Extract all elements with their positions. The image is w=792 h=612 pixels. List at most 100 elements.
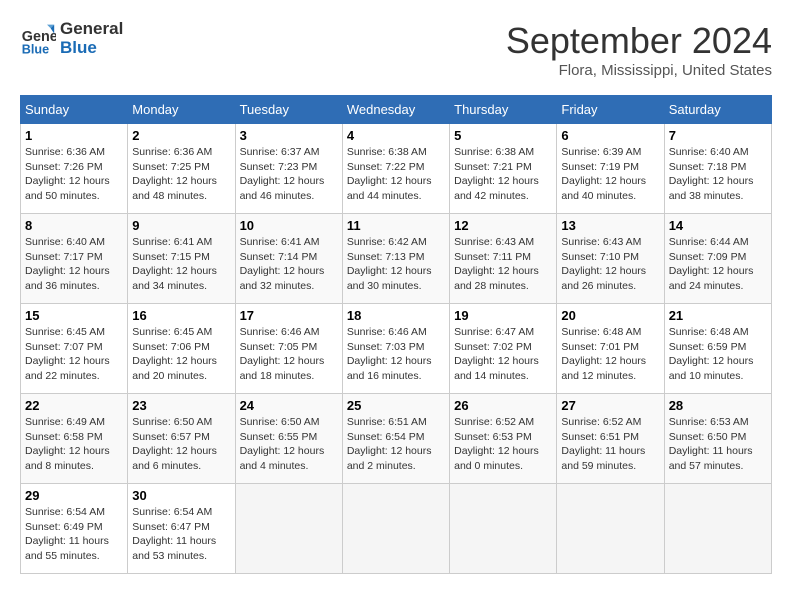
page-container: General Blue General Blue September 2024… (20, 20, 772, 574)
day-number: 21 (669, 308, 767, 323)
table-row: 18 Sunrise: 6:46 AM Sunset: 7:03 PM Dayli… (342, 304, 449, 394)
day-number: 25 (347, 398, 445, 413)
day-info: Sunrise: 6:44 AM Sunset: 7:09 PM Dayligh… (669, 235, 767, 294)
table-row: 9Sunrise: 6:41 AM Sunset: 7:15 PM Daylig… (128, 214, 235, 304)
table-row: 28Sunrise: 6:53 AM Sunset: 6:50 PM Dayli… (664, 394, 771, 484)
calendar-header-row: Sunday Monday Tuesday Wednesday Thursday… (21, 96, 772, 124)
day-number: 15 (25, 308, 123, 323)
calendar-table: Sunday Monday Tuesday Wednesday Thursday… (20, 95, 772, 574)
table-row (664, 484, 771, 574)
day-info: Sunrise: 6:54 AM Sunset: 6:49 PM Dayligh… (25, 505, 123, 564)
day-number: 8 (25, 218, 123, 233)
table-row: 25 Sunrise: 6:51 AM Sunset: 6:54 PM Dayli… (342, 394, 449, 484)
logo: General Blue General Blue (20, 20, 123, 57)
day-number: 24 (240, 398, 338, 413)
header-friday: Friday (557, 96, 664, 124)
day-info: Sunrise: 6:36 AM Sunset: 7:26 PM Dayligh… (25, 145, 123, 204)
table-row: 19 Sunrise: 6:47 AM Sunset: 7:02 PM Dayli… (450, 304, 557, 394)
calendar-week-row: 22Sunrise: 6:49 AM Sunset: 6:58 PM Dayli… (21, 394, 772, 484)
logo-line1: General (60, 20, 123, 39)
day-number: 16 (132, 308, 230, 323)
day-info: Sunrise: 6:41 AM Sunset: 7:15 PM Dayligh… (132, 235, 230, 294)
day-number: 19 (454, 308, 552, 323)
table-row (342, 484, 449, 574)
day-info: Sunrise: 6:38 AM Sunset: 7:22 PM Dayligh… (347, 145, 445, 204)
table-row (557, 484, 664, 574)
logo-line2: Blue (60, 39, 123, 58)
header: General Blue General Blue September 2024… (20, 20, 772, 79)
day-number: 13 (561, 218, 659, 233)
calendar-week-row: 1 Sunrise: 6:36 AM Sunset: 7:26 PM Daylig… (21, 124, 772, 214)
day-info: Sunrise: 6:45 AM Sunset: 7:07 PM Dayligh… (25, 325, 123, 384)
calendar-week-row: 29 Sunrise: 6:54 AM Sunset: 6:49 PM Dayli… (21, 484, 772, 574)
day-number: 29 (25, 488, 123, 503)
day-info: Sunrise: 6:50 AM Sunset: 6:57 PM Dayligh… (132, 415, 230, 474)
day-number: 10 (240, 218, 338, 233)
day-info: Sunrise: 6:41 AM Sunset: 7:14 PM Dayligh… (240, 235, 338, 294)
header-monday: Monday (128, 96, 235, 124)
table-row: 30Sunrise: 6:54 AM Sunset: 6:47 PM Dayli… (128, 484, 235, 574)
day-number: 12 (454, 218, 552, 233)
header-thursday: Thursday (450, 96, 557, 124)
day-info: Sunrise: 6:51 AM Sunset: 6:54 PM Dayligh… (347, 415, 445, 474)
table-row: 26Sunrise: 6:52 AM Sunset: 6:53 PM Dayli… (450, 394, 557, 484)
day-number: 4 (347, 128, 445, 143)
day-number: 1 (25, 128, 123, 143)
day-number: 5 (454, 128, 552, 143)
day-info: Sunrise: 6:45 AM Sunset: 7:06 PM Dayligh… (132, 325, 230, 384)
day-info: Sunrise: 6:37 AM Sunset: 7:23 PM Dayligh… (240, 145, 338, 204)
day-info: Sunrise: 6:36 AM Sunset: 7:25 PM Dayligh… (132, 145, 230, 204)
day-number: 6 (561, 128, 659, 143)
table-row: 8 Sunrise: 6:40 AM Sunset: 7:17 PM Daylig… (21, 214, 128, 304)
table-row: 15 Sunrise: 6:45 AM Sunset: 7:07 PM Dayli… (21, 304, 128, 394)
logo-icon: General Blue (20, 21, 56, 57)
table-row: 3 Sunrise: 6:37 AM Sunset: 7:23 PM Daylig… (235, 124, 342, 214)
table-row: 17Sunrise: 6:46 AM Sunset: 7:05 PM Dayli… (235, 304, 342, 394)
day-number: 18 (347, 308, 445, 323)
table-row: 21Sunrise: 6:48 AM Sunset: 6:59 PM Dayli… (664, 304, 771, 394)
table-row (450, 484, 557, 574)
day-info: Sunrise: 6:54 AM Sunset: 6:47 PM Dayligh… (132, 505, 230, 564)
table-row: 14 Sunrise: 6:44 AM Sunset: 7:09 PM Dayli… (664, 214, 771, 304)
header-sunday: Sunday (21, 96, 128, 124)
calendar-week-row: 15 Sunrise: 6:45 AM Sunset: 7:07 PM Dayli… (21, 304, 772, 394)
svg-text:Blue: Blue (22, 42, 49, 56)
day-info: Sunrise: 6:46 AM Sunset: 7:03 PM Dayligh… (347, 325, 445, 384)
day-number: 27 (561, 398, 659, 413)
day-number: 17 (240, 308, 338, 323)
table-row: 12 Sunrise: 6:43 AM Sunset: 7:11 PM Dayli… (450, 214, 557, 304)
header-wednesday: Wednesday (342, 96, 449, 124)
day-number: 2 (132, 128, 230, 143)
day-info: Sunrise: 6:50 AM Sunset: 6:55 PM Dayligh… (240, 415, 338, 474)
day-info: Sunrise: 6:48 AM Sunset: 7:01 PM Dayligh… (561, 325, 659, 384)
day-number: 3 (240, 128, 338, 143)
table-row: 22Sunrise: 6:49 AM Sunset: 6:58 PM Dayli… (21, 394, 128, 484)
table-row: 27 Sunrise: 6:52 AM Sunset: 6:51 PM Dayli… (557, 394, 664, 484)
day-info: Sunrise: 6:52 AM Sunset: 6:51 PM Dayligh… (561, 415, 659, 474)
day-info: Sunrise: 6:43 AM Sunset: 7:11 PM Dayligh… (454, 235, 552, 294)
table-row: 29 Sunrise: 6:54 AM Sunset: 6:49 PM Dayli… (21, 484, 128, 574)
table-row: 1 Sunrise: 6:36 AM Sunset: 7:26 PM Daylig… (21, 124, 128, 214)
day-number: 23 (132, 398, 230, 413)
table-row: 13Sunrise: 6:43 AM Sunset: 7:10 PM Dayli… (557, 214, 664, 304)
table-row: 4 Sunrise: 6:38 AM Sunset: 7:22 PM Daylig… (342, 124, 449, 214)
day-info: Sunrise: 6:40 AM Sunset: 7:18 PM Dayligh… (669, 145, 767, 204)
day-number: 20 (561, 308, 659, 323)
table-row: 7Sunrise: 6:40 AM Sunset: 7:18 PM Daylig… (664, 124, 771, 214)
table-row: 23 Sunrise: 6:50 AM Sunset: 6:57 PM Dayli… (128, 394, 235, 484)
day-info: Sunrise: 6:42 AM Sunset: 7:13 PM Dayligh… (347, 235, 445, 294)
table-row: 5 Sunrise: 6:38 AM Sunset: 7:21 PM Daylig… (450, 124, 557, 214)
day-info: Sunrise: 6:49 AM Sunset: 6:58 PM Dayligh… (25, 415, 123, 474)
day-info: Sunrise: 6:52 AM Sunset: 6:53 PM Dayligh… (454, 415, 552, 474)
day-info: Sunrise: 6:40 AM Sunset: 7:17 PM Dayligh… (25, 235, 123, 294)
day-info: Sunrise: 6:47 AM Sunset: 7:02 PM Dayligh… (454, 325, 552, 384)
table-row: 6 Sunrise: 6:39 AM Sunset: 7:19 PM Daylig… (557, 124, 664, 214)
header-saturday: Saturday (664, 96, 771, 124)
table-row: 24 Sunrise: 6:50 AM Sunset: 6:55 PM Dayli… (235, 394, 342, 484)
day-info: Sunrise: 6:53 AM Sunset: 6:50 PM Dayligh… (669, 415, 767, 474)
day-info: Sunrise: 6:38 AM Sunset: 7:21 PM Dayligh… (454, 145, 552, 204)
day-info: Sunrise: 6:39 AM Sunset: 7:19 PM Dayligh… (561, 145, 659, 204)
day-number: 11 (347, 218, 445, 233)
table-row: 11 Sunrise: 6:42 AM Sunset: 7:13 PM Dayli… (342, 214, 449, 304)
day-number: 14 (669, 218, 767, 233)
